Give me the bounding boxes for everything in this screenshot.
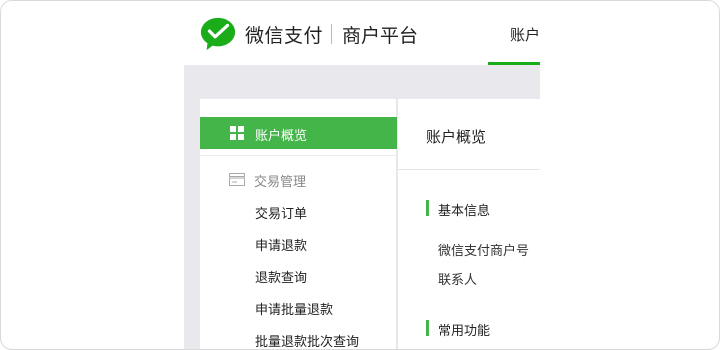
platform-name: 商户平台: [342, 25, 419, 47]
wechat-pay-logo-icon: [200, 17, 236, 51]
sidebar-item-account-overview[interactable]: 账户概览: [200, 117, 397, 149]
section-accent-bar: [426, 320, 429, 336]
sidebar-item-label: 账户概览: [255, 129, 308, 144]
sidebar: 账户概览 交易管理 交易订单 申请退款 退款查询 申请批量退款 批量退款批次查询: [200, 99, 397, 349]
main-content: 账户概览 基本信息 微信支付商户号 联系人 常用功能: [398, 99, 540, 349]
field-contact-label: 联系人: [438, 273, 478, 288]
header-divider: [331, 24, 332, 44]
grid-icon: [230, 126, 244, 140]
sidebar-item-trade-orders[interactable]: 交易订单: [255, 203, 307, 222]
sidebar-item-refund-query[interactable]: 退款查询: [255, 267, 307, 286]
page-title: 账户概览: [426, 128, 487, 146]
sidebar-group-label: 交易管理: [254, 175, 307, 190]
section-title: 基本信息: [438, 204, 491, 219]
sidebar-item-batch-refund-query[interactable]: 批量退款批次查询: [255, 331, 359, 349]
brand-name: 微信支付: [245, 25, 324, 47]
tab-account[interactable]: 账户: [488, 1, 540, 65]
section-title: 常用功能: [438, 324, 491, 339]
trade-icon: [229, 173, 245, 186]
tab-account-label: 账户: [510, 26, 540, 44]
sidebar-divider: [200, 155, 397, 156]
window-frame: 微信支付 商户平台 账户 账户概览 交易管理 交易订单 申请退款 退款查询 申请…: [0, 0, 720, 350]
field-merchant-id-label: 微信支付商户号: [438, 244, 530, 259]
sidebar-item-apply-refund[interactable]: 申请退款: [255, 235, 307, 254]
top-header: 微信支付 商户平台 账户: [1, 1, 719, 65]
content-divider: [398, 169, 540, 170]
sidebar-item-batch-refund[interactable]: 申请批量退款: [255, 299, 333, 318]
section-accent-bar: [426, 200, 429, 216]
